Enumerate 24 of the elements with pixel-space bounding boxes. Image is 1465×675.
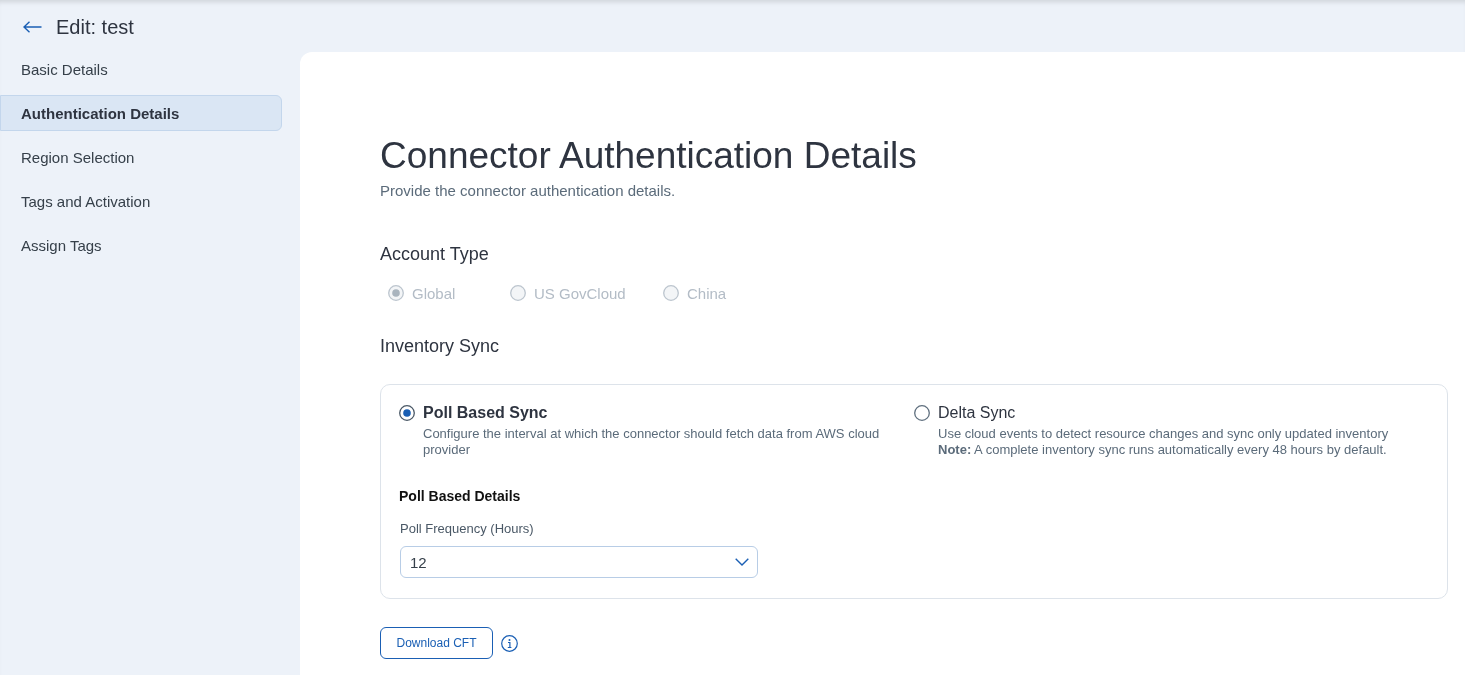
info-icon[interactable] (501, 634, 518, 652)
section-subtitle: Provide the connector authentication details. (380, 181, 676, 201)
details-heading: Poll Based Details (399, 487, 522, 505)
sidebar-item[interactable]: Authentication Details (0, 95, 282, 131)
radio-label[interactable]: Delta Sync (938, 404, 1016, 422)
field-label: Poll Frequency (Hours) (400, 521, 535, 537)
option-note: Note: A complete inventory sync runs automatically every 48 hours by default. (938, 442, 1388, 458)
page-title: Edit: test (56, 15, 134, 39)
back-arrow-icon[interactable] (23, 21, 42, 33)
option-description: Configure the interval at which the connector should fetch data from AWS cloud provider (423, 426, 881, 458)
sidebar-item[interactable]: Basic Details (0, 51, 282, 87)
section-heading: Connector Authentication Details (380, 134, 917, 178)
radio-button[interactable] (914, 405, 930, 421)
account-type-label: Account Type (380, 243, 489, 266)
option-description: Use cloud events to detect resource changes and sync only updated inventory (938, 426, 1390, 442)
sidebar-item[interactable]: Region Selection (0, 139, 282, 175)
download-button[interactable]: Download CFT (380, 627, 493, 659)
inventory-sync-label: Inventory Sync (380, 335, 500, 358)
poll-frequency-select[interactable]: 12 (400, 546, 758, 578)
sidebar-item[interactable]: Tags and Activation (0, 183, 282, 219)
radio-button[interactable] (399, 405, 415, 421)
chevron-down-icon (735, 558, 749, 566)
radio-label[interactable]: Poll Based Sync (423, 404, 548, 422)
sidebar-item[interactable]: Assign Tags (0, 227, 282, 263)
